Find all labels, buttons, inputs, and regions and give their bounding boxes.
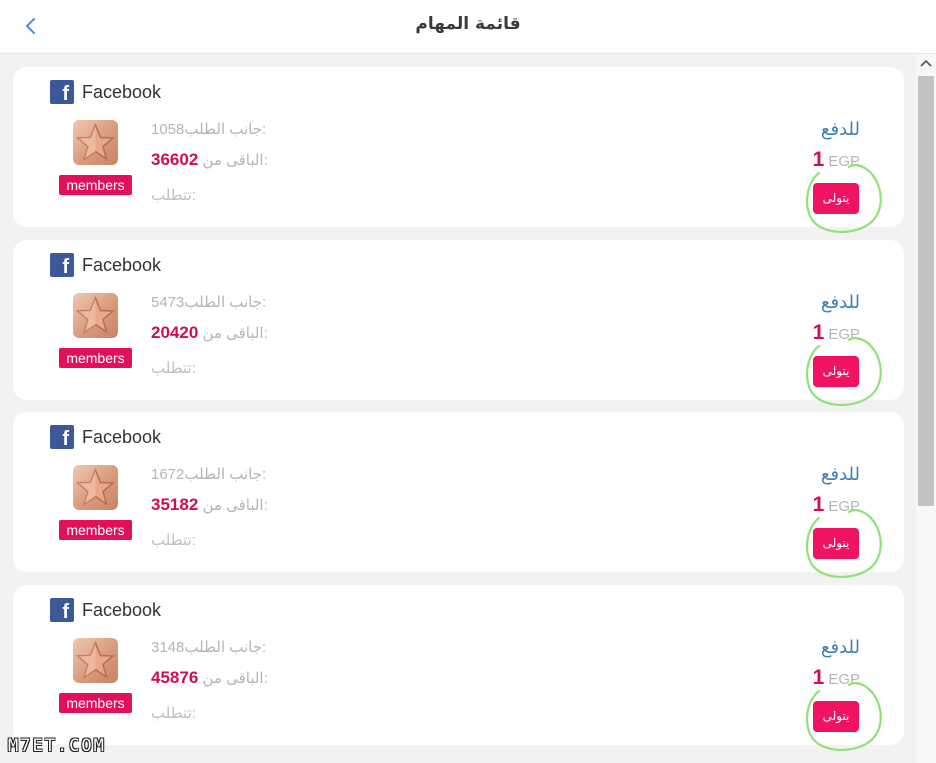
task-card: f Facebook members 1058جانب الطلب: 36602… (13, 67, 904, 234)
take-task-button[interactable]: يتولى (813, 700, 859, 732)
top-bar: قائمة المهام (0, 0, 936, 54)
take-task-button[interactable]: يتولى (813, 183, 859, 214)
scroll-thumb[interactable] (918, 76, 934, 506)
pay-label: للدفع (820, 291, 860, 312)
requirement-label: تتطلب: (151, 532, 196, 549)
facebook-icon: f (50, 80, 74, 105)
requested-count: 1672جانب الطلب: (151, 466, 267, 483)
watermark: M7ET.COM (8, 736, 106, 756)
task-list: f Facebook members 1058جانب الطلب: 36602… (13, 67, 904, 757)
pay-label: للدفع (820, 464, 860, 484)
requested-count: 3148جانب الطلب: (151, 638, 267, 656)
members-badge: members (59, 520, 132, 540)
price: 1 EGP (812, 665, 860, 689)
requested-count: 5473جانب الطلب: (151, 293, 267, 311)
star-icon (73, 465, 118, 510)
pay-label: للدفع (820, 119, 860, 139)
platform-name: Facebook (82, 254, 162, 275)
price: 1 EGP (812, 148, 860, 171)
facebook-icon: f (50, 425, 74, 450)
requirement-label: تتطلب: (151, 704, 196, 722)
task-card: f Facebook members 1672جانب الطلب: 35182… (13, 412, 904, 579)
platform-name: Facebook (82, 82, 162, 102)
price: 1 EGP (812, 493, 860, 516)
star-icon (73, 637, 118, 683)
requirement-label: تتطلب: (151, 187, 196, 204)
requested-count: 1058جانب الطلب: (151, 121, 267, 138)
requirement-label: تتطلب: (151, 359, 196, 377)
take-task-button[interactable]: يتولى (813, 528, 859, 559)
pay-label: للدفع (820, 636, 860, 657)
platform-name: Facebook (82, 599, 162, 620)
remaining-count: 20420 الباقى من: (151, 322, 268, 342)
members-badge: members (59, 347, 132, 368)
remaining-count: 45876 الباقى من: (151, 667, 268, 687)
task-card: f Facebook members 5473جانب الطلب: 20420… (13, 239, 904, 406)
task-card: f Facebook members 3148جانب الطلب: 45876… (13, 584, 904, 751)
facebook-icon: f (50, 252, 74, 278)
facebook-icon: f (50, 597, 74, 623)
star-icon (73, 292, 118, 338)
members-badge: members (59, 692, 132, 713)
scroll-up-arrow-icon[interactable] (920, 58, 932, 68)
price: 1 EGP (812, 320, 860, 344)
scrollbar[interactable] (916, 54, 936, 763)
page-title: قائمة المهام (415, 14, 521, 34)
star-icon (73, 120, 118, 165)
remaining-count: 35182 الباقى من: (151, 495, 268, 514)
take-task-button[interactable]: يتولى (813, 355, 859, 387)
platform-name: Facebook (82, 427, 162, 447)
remaining-count: 36602 الباقى من: (151, 150, 268, 169)
members-badge: members (59, 175, 132, 195)
